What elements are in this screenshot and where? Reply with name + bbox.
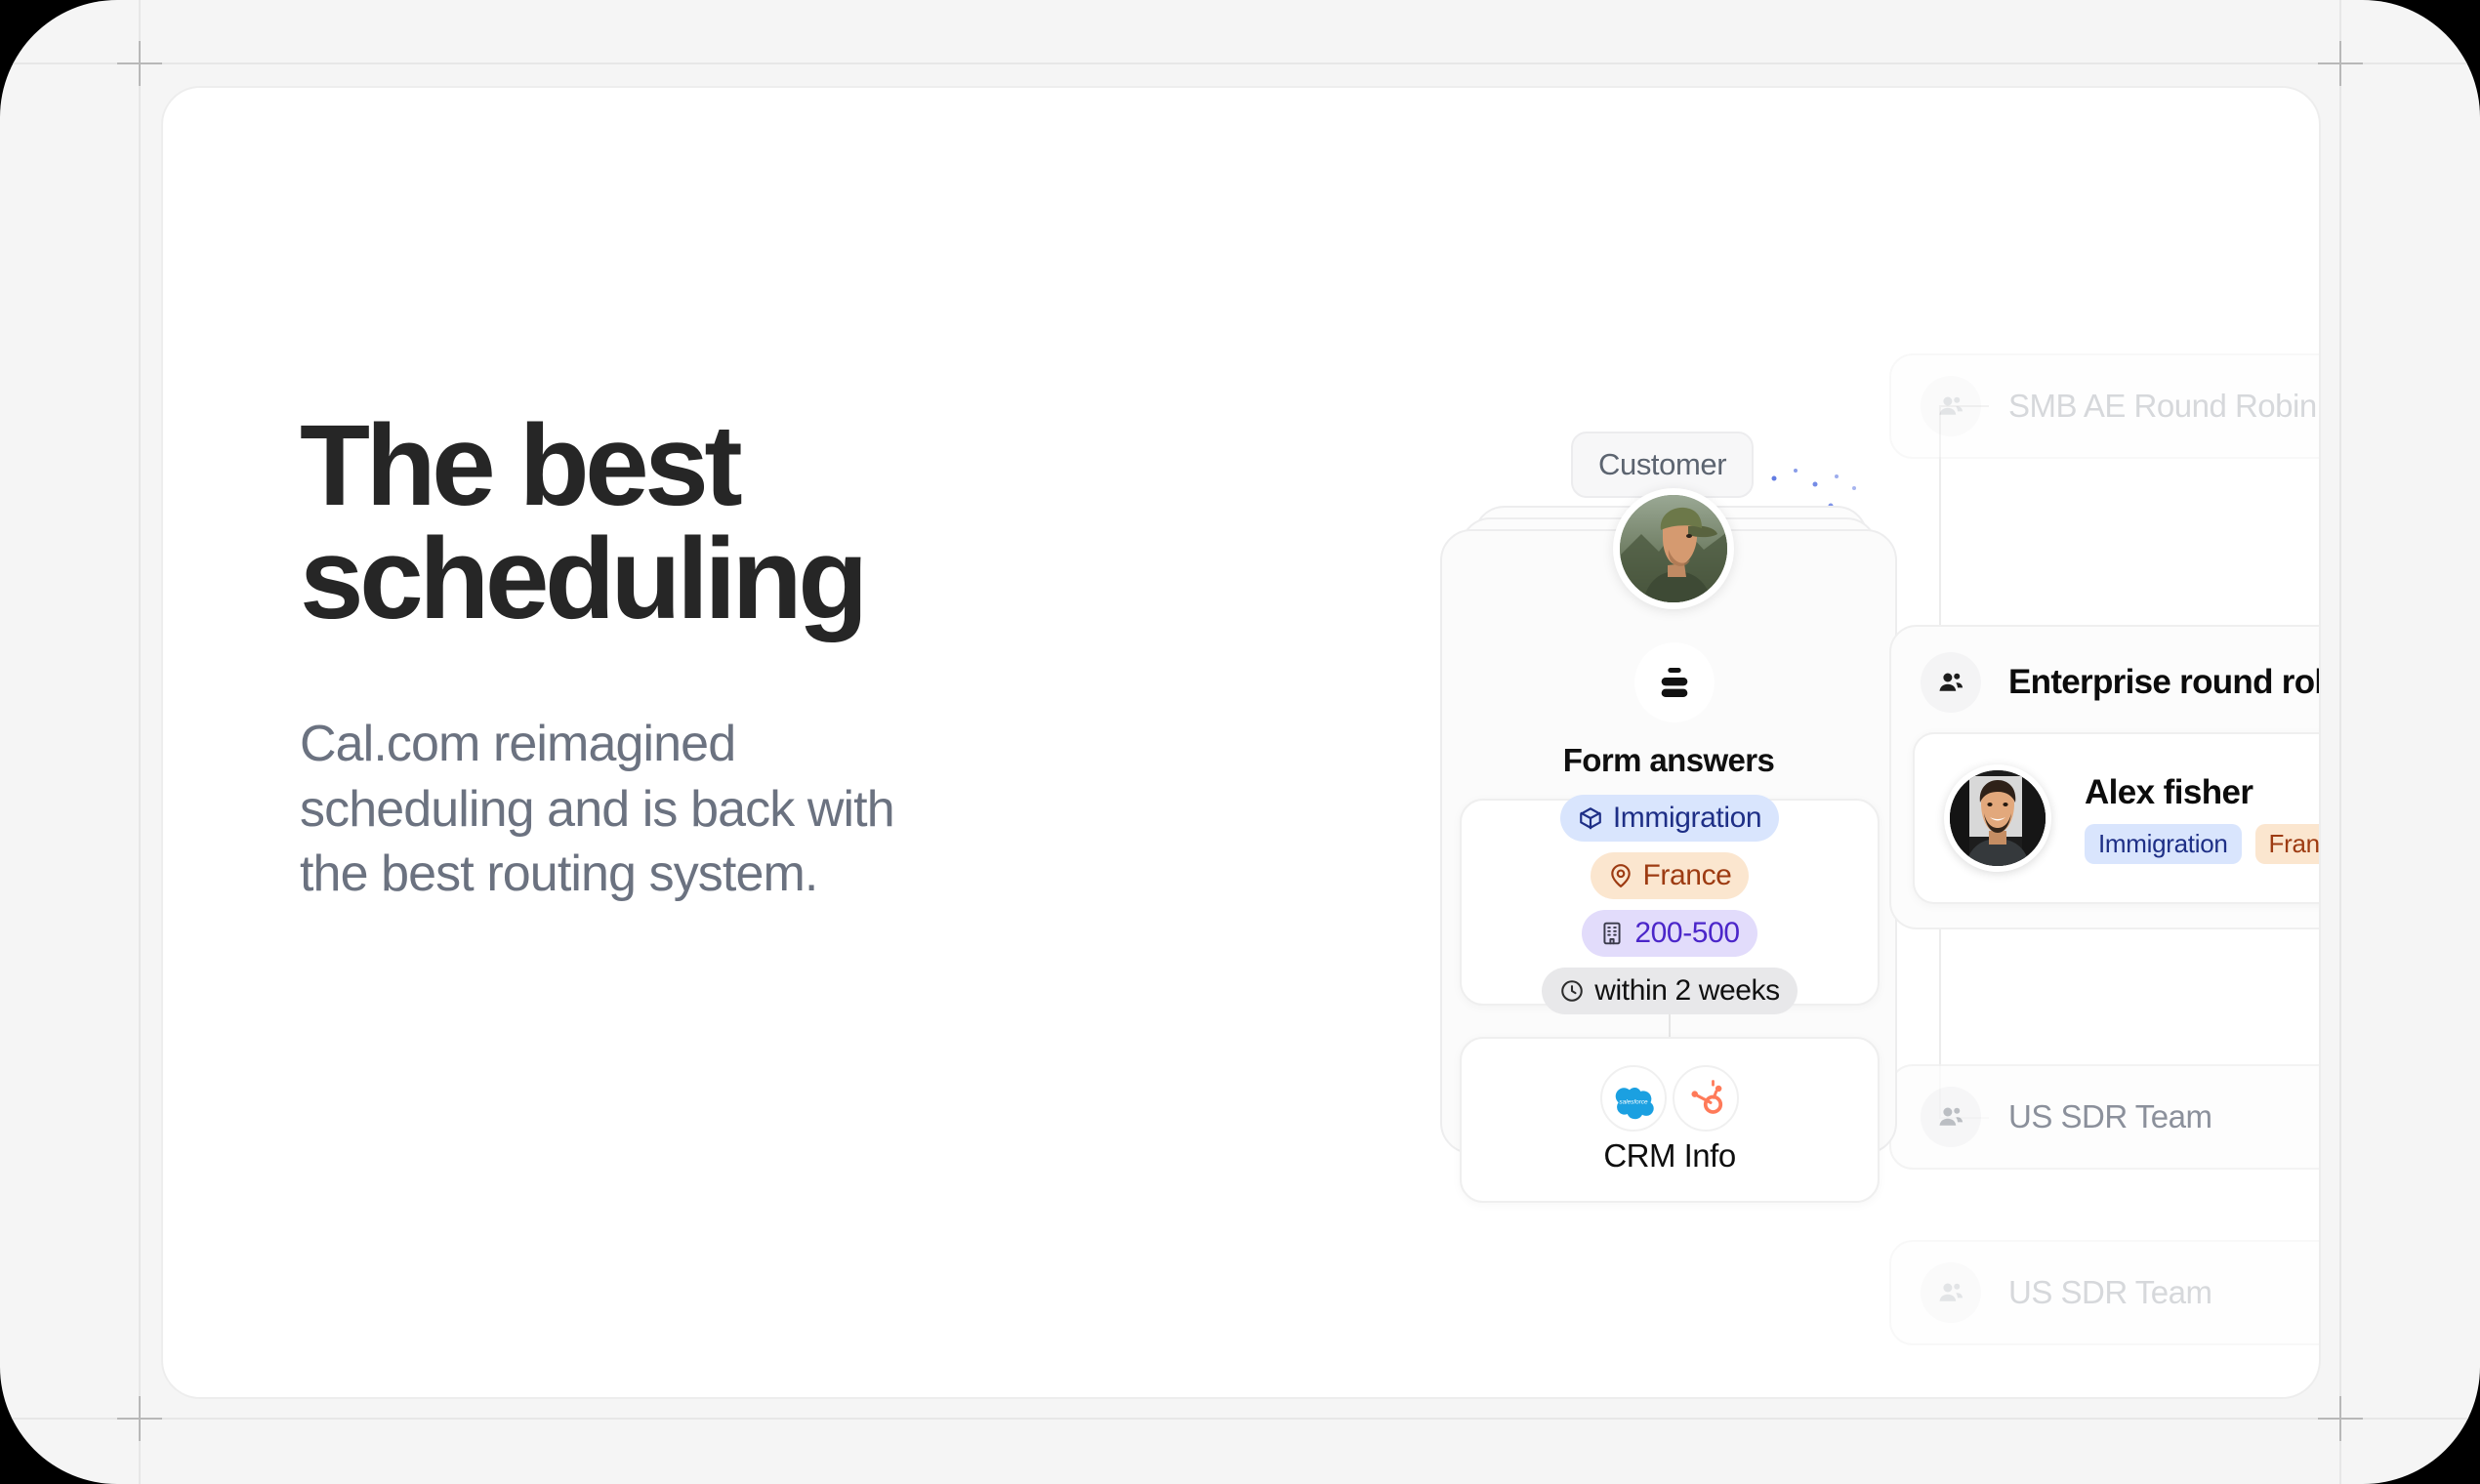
team-card-smb-ae-round-robin[interactable]: SMB AE Round Robin — [1889, 353, 2319, 459]
team-card-label: US SDR Team — [2008, 1274, 2212, 1310]
users-icon — [1921, 1087, 1981, 1147]
form-answer-label: 200-500 — [1634, 916, 1740, 949]
routing-illustration: Customer Form answers Immigration France… — [1315, 166, 2319, 1345]
page-title: The best scheduling — [300, 401, 868, 643]
member-tag-france: France — [2254, 823, 2319, 864]
guide-line-top — [0, 62, 2480, 64]
enterprise-card-title: Enterprise round robin — [2008, 663, 2319, 701]
location-icon — [1610, 863, 1631, 887]
crosshair-bottom-left — [117, 1396, 162, 1441]
assigned-member-name: Alex fisher — [2085, 772, 2253, 811]
crm-info-card: salesforce CRM Info — [1460, 1037, 1880, 1203]
customer-avatar — [1613, 488, 1734, 609]
clock-icon — [1561, 979, 1584, 1002]
users-icon — [1921, 1262, 1981, 1323]
guide-line-right — [2339, 0, 2341, 1484]
crosshair-bottom-right — [2318, 1396, 2363, 1441]
page-stage: The best scheduling Cal.com reimagined s… — [0, 0, 2480, 1484]
team-card-us-sdr-team-1[interactable]: US SDR Team — [1889, 1064, 2319, 1170]
crm-logos: salesforce — [1600, 1065, 1739, 1132]
guide-line-left — [139, 0, 141, 1484]
page-subtitle: Cal.com reimagined scheduling and is bac… — [300, 716, 895, 903]
hubspot-logo — [1673, 1065, 1739, 1132]
assigned-member-tags: Immigration France — [2085, 823, 2319, 864]
form-answer-label: within 2 weeks — [1594, 973, 1780, 1007]
team-card-us-sdr-team-2[interactable]: US SDR Team — [1889, 1240, 2319, 1345]
box-icon — [1580, 806, 1601, 829]
enterprise-card-header: Enterprise round robin — [1891, 627, 2319, 713]
crosshair-top-right — [2318, 41, 2363, 86]
alex-fisher-avatar — [1944, 764, 2051, 872]
team-card-label: US SDR Team — [2008, 1098, 2212, 1134]
assigned-member-card[interactable]: Alex fisher Immigration France — [1913, 732, 2319, 904]
form-answer-label: Immigration — [1612, 801, 1762, 834]
building-icon — [1603, 922, 1621, 944]
form-answer-timeline: within 2 weeks — [1542, 967, 1798, 1014]
crm-info-title: CRM Info — [1603, 1137, 1736, 1174]
form-answer-label: France — [1642, 858, 1732, 891]
member-tag-immigration: Immigration — [2085, 823, 2242, 864]
form-list-icon — [1634, 642, 1715, 722]
crosshair-top-left — [117, 41, 162, 86]
form-answer-france: France — [1590, 851, 1750, 899]
salesforce-logo: salesforce — [1600, 1065, 1667, 1132]
team-card-enterprise-round-robin[interactable]: Enterprise round robin — [1889, 625, 2319, 929]
hero-copy: The best scheduling Cal.com reimagined s… — [300, 401, 1276, 907]
users-icon — [1921, 652, 1981, 713]
guide-line-bottom — [0, 1418, 2480, 1420]
form-answer-immigration: Immigration — [1559, 794, 1780, 842]
team-card-label: SMB AE Round Robin — [2008, 388, 2317, 424]
hero-card: The best scheduling Cal.com reimagined s… — [161, 86, 2321, 1399]
form-answers-title: Form answers — [1562, 742, 1775, 778]
form-answers-list: Immigration France 200-500 within 2 week… — [1460, 794, 1880, 1014]
assigned-member-info: Alex fisher Immigration France — [2085, 772, 2319, 864]
form-answer-company-size: 200-500 — [1582, 909, 1757, 957]
users-icon — [1921, 376, 1981, 436]
customer-pill: Customer — [1571, 432, 1755, 498]
svg-text:salesforce: salesforce — [1619, 1099, 1648, 1106]
